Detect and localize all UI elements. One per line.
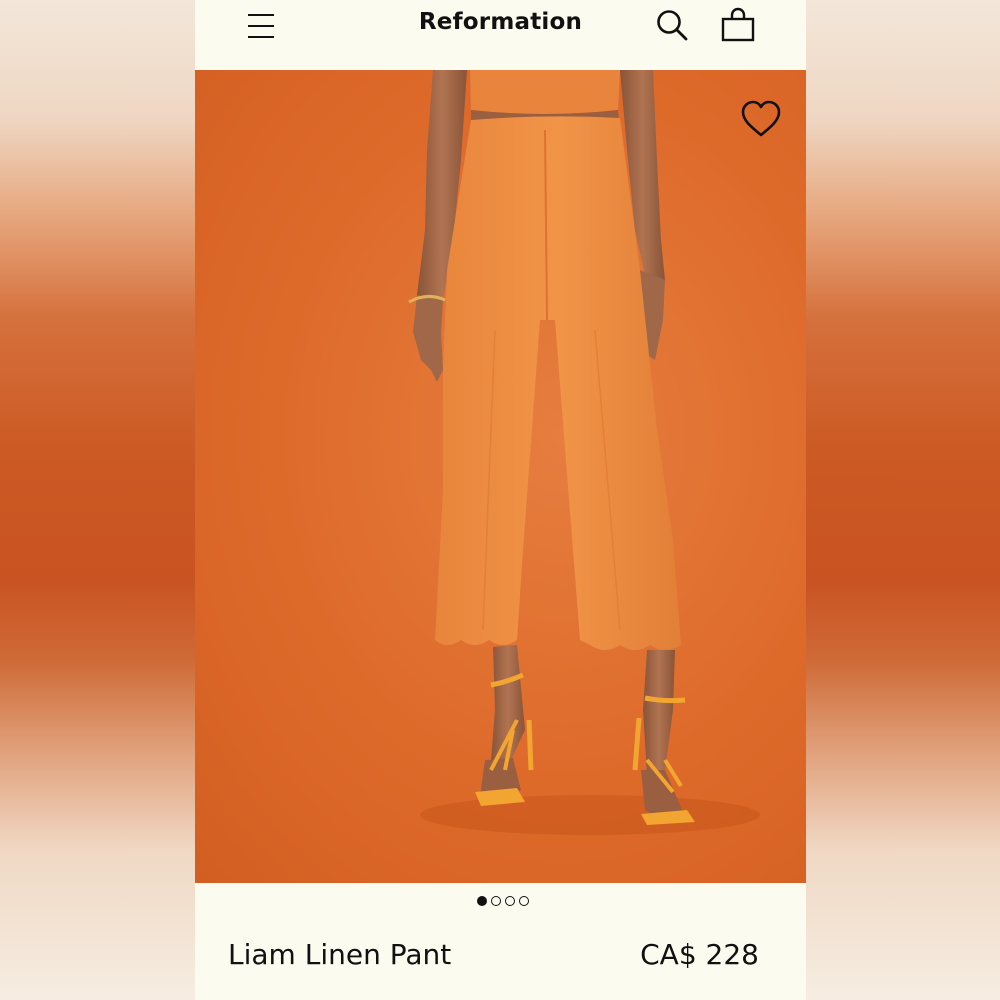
carousel-dot[interactable]	[518, 896, 529, 906]
brand-logo[interactable]: Reformation	[195, 9, 806, 35]
search-icon[interactable]	[655, 8, 689, 42]
carousel-dot[interactable]	[504, 896, 515, 906]
shopping-bag-icon[interactable]	[720, 7, 756, 43]
carousel-dot-active[interactable]	[476, 896, 487, 906]
product-image-carousel[interactable]	[195, 70, 806, 883]
carousel-dot[interactable]	[490, 896, 501, 906]
product-price: CA$ 228	[640, 938, 759, 971]
phone-screen: Reformation Liam Linen Pant CA$ 228	[195, 0, 806, 1000]
carousel-pagination	[195, 896, 806, 910]
hamburger-menu-icon[interactable]	[245, 10, 277, 42]
product-photo	[408, 70, 760, 835]
heart-icon[interactable]	[740, 99, 782, 139]
product-name: Liam Linen Pant	[228, 938, 452, 971]
top-nav-bar: Reformation	[195, 0, 806, 70]
